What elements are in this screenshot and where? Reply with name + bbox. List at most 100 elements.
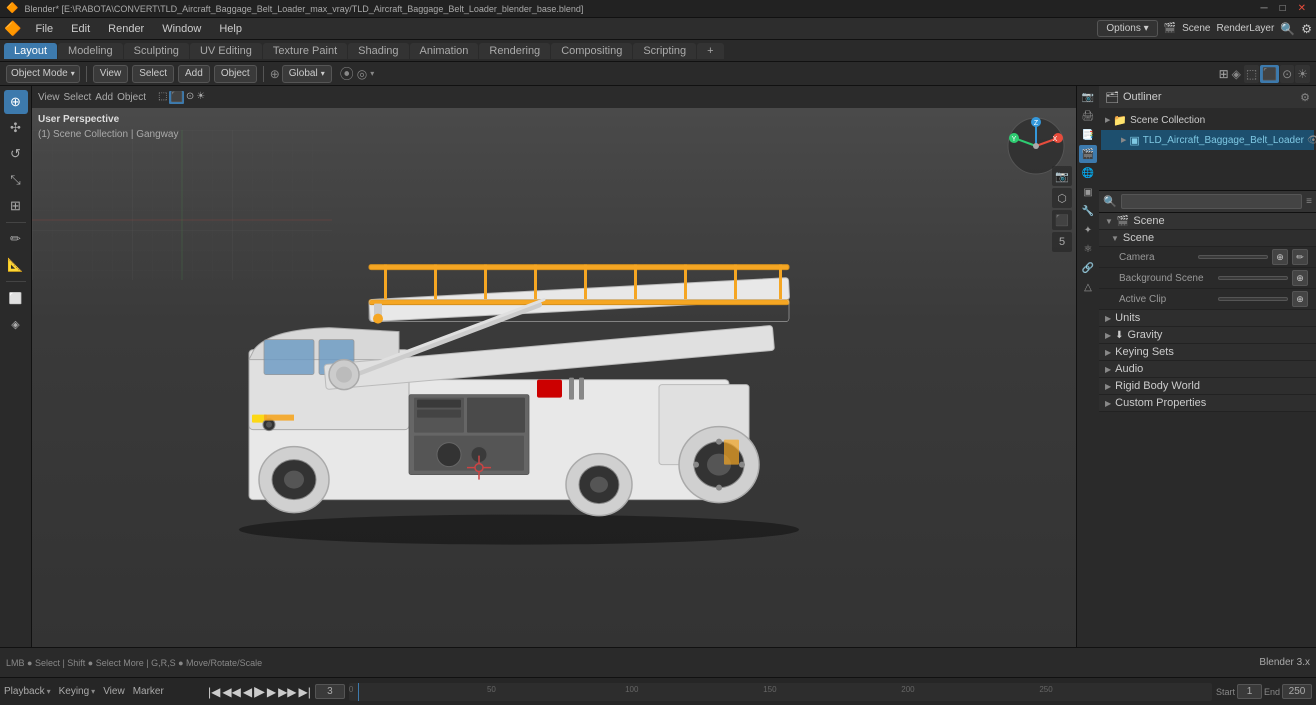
add-object-btn[interactable]: ◈ — [4, 312, 28, 336]
keying-menu[interactable]: Keying — [59, 686, 90, 697]
select-menu-btn[interactable]: Select — [64, 92, 92, 103]
tab-modeling[interactable]: Modeling — [58, 43, 123, 59]
camera-view-icon[interactable]: 📷 — [1052, 166, 1072, 186]
object-props-icon[interactable]: ▣ — [1079, 183, 1097, 201]
step-fwd-icon[interactable]: ▶ — [267, 685, 276, 699]
transform-tool-btn[interactable]: ⊞ — [4, 194, 28, 218]
timeline-track[interactable]: 0 50 100 150 200 250 — [349, 683, 1212, 701]
move-tool-btn[interactable]: ✣ — [4, 116, 28, 140]
menu-render[interactable]: Render — [100, 21, 152, 37]
global-dropdown[interactable]: Global ▾ — [282, 65, 332, 83]
object-btn[interactable]: Object — [214, 65, 257, 83]
local-view-icon[interactable]: ⬛ — [1052, 210, 1072, 230]
filters-icon[interactable]: ⚙ — [1301, 22, 1312, 36]
data-props-icon[interactable]: △ — [1079, 278, 1097, 296]
modifier-props-icon[interactable]: 🔧 — [1079, 202, 1097, 220]
snap-dropdown-icon[interactable]: ▾ — [370, 69, 374, 78]
view-menu-tl[interactable]: View — [103, 686, 125, 697]
minimize-btn[interactable]: ─ — [1256, 3, 1271, 14]
view-menu-btn[interactable]: View — [38, 92, 60, 103]
camera-prop-value[interactable] — [1198, 255, 1268, 259]
start-frame-input[interactable]: 1 — [1237, 684, 1262, 699]
props-options-icon[interactable]: ≡ — [1306, 196, 1312, 207]
jump-end-icon[interactable]: ▶| — [299, 685, 311, 699]
world-props-icon[interactable]: 🌐 — [1079, 164, 1097, 182]
scene-subsection-header[interactable]: ▼ Scene — [1099, 230, 1316, 247]
scene-selector[interactable]: Scene — [1182, 23, 1210, 34]
end-frame-input[interactable]: 250 — [1282, 684, 1312, 699]
tab-add[interactable]: + — [697, 43, 723, 59]
gravity-section-header[interactable]: ▶ ⬇ Gravity — [1099, 327, 1316, 344]
marker-menu[interactable]: Marker — [133, 686, 164, 697]
tld-item[interactable]: ▶ ▣ TLD_Aircraft_Baggage_Belt_Loader 👁 📷 — [1101, 130, 1314, 150]
perspective-icon[interactable]: ⬡ — [1052, 188, 1072, 208]
bg-scene-value[interactable] — [1218, 276, 1288, 280]
close-btn[interactable]: ✕ — [1294, 3, 1310, 14]
object-mode-dropdown[interactable]: Object Mode ▾ — [6, 65, 80, 83]
render-layer-selector[interactable]: RenderLayer — [1216, 23, 1274, 34]
view-layer-props-icon[interactable]: 📑 — [1079, 126, 1097, 144]
material-mode-icon[interactable]: ⊙ — [1280, 65, 1294, 83]
jump-prev-icon[interactable]: ◀◀ — [222, 685, 240, 699]
output-props-icon[interactable]: 🖨 — [1079, 107, 1097, 125]
num-pad-5-icon[interactable]: 5 — [1052, 232, 1072, 252]
visibility-icon[interactable]: 👁 — [1307, 135, 1316, 146]
tab-layout[interactable]: Layout — [4, 43, 57, 59]
tab-texture-paint[interactable]: Texture Paint — [263, 43, 347, 59]
physics-props-icon[interactable]: ⚛ — [1079, 240, 1097, 258]
snap-magnet-icon[interactable]: ⦿ — [340, 64, 354, 84]
jump-start-icon[interactable]: |◀ — [208, 685, 220, 699]
vp-solid-icon[interactable]: ⬛ — [169, 91, 183, 104]
menu-help[interactable]: Help — [211, 21, 250, 37]
outliner-filter-icon[interactable]: ⚙ — [1300, 91, 1310, 104]
tab-uv-editing[interactable]: UV Editing — [190, 43, 262, 59]
jump-next-icon[interactable]: ▶▶ — [278, 685, 296, 699]
vp-render-icon[interactable]: ☀ — [196, 91, 205, 104]
vp-material-icon[interactable]: ⊙ — [186, 91, 194, 104]
measure-tool-btn[interactable]: 📐 — [4, 253, 28, 277]
rigid-body-section-header[interactable]: ▶ Rigid Body World — [1099, 378, 1316, 395]
step-back-icon[interactable]: ◀ — [243, 685, 252, 699]
xray-icon[interactable]: ◈ — [1232, 67, 1241, 81]
vp-wireframe-icon[interactable]: ⬚ — [158, 91, 167, 104]
cursor-tool-btn[interactable]: ⊕ — [4, 90, 28, 114]
viewport[interactable]: View Select Add Object ⬚ ⬛ ⊙ ☀ — [32, 86, 1076, 647]
menu-edit[interactable]: Edit — [63, 21, 98, 37]
keying-sets-section-header[interactable]: ▶ Keying Sets — [1099, 344, 1316, 361]
view-btn[interactable]: View — [93, 65, 129, 83]
add-btn[interactable]: Add — [178, 65, 210, 83]
tab-compositing[interactable]: Compositing — [551, 43, 632, 59]
tab-scripting[interactable]: Scripting — [633, 43, 696, 59]
properties-search-input[interactable] — [1121, 194, 1302, 209]
overlay-icon[interactable]: ⊞ — [1219, 67, 1229, 81]
solid-mode-icon[interactable]: ⬛ — [1260, 65, 1279, 83]
select-btn[interactable]: Select — [132, 65, 174, 83]
tab-shading[interactable]: Shading — [348, 43, 408, 59]
scene-section-header[interactable]: ▼ 🎬 Scene — [1099, 213, 1316, 230]
rendered-mode-icon[interactable]: ☀ — [1295, 65, 1310, 83]
search-icon[interactable]: 🔍 — [1280, 22, 1295, 36]
object-menu-btn[interactable]: Object — [117, 92, 146, 103]
add-menu-btn[interactable]: Add — [95, 92, 113, 103]
proportional-edit-icon[interactable]: ◎ — [357, 67, 367, 81]
menu-window[interactable]: Window — [154, 21, 209, 37]
scene-props-icon[interactable]: 🎬 — [1079, 145, 1097, 163]
scale-tool-btn[interactable]: ⤡ — [4, 168, 28, 192]
bg-scene-browse-icon[interactable]: ⊕ — [1292, 270, 1308, 286]
play-icon[interactable]: ▶ — [254, 683, 265, 700]
tab-animation[interactable]: Animation — [410, 43, 479, 59]
current-frame-display[interactable]: 3 — [315, 684, 345, 699]
audio-section-header[interactable]: ▶ Audio — [1099, 361, 1316, 378]
constraints-props-icon[interactable]: 🔗 — [1079, 259, 1097, 277]
rotate-tool-btn[interactable]: ↺ — [4, 142, 28, 166]
custom-properties-section-header[interactable]: ▶ Custom Properties — [1099, 395, 1316, 412]
menu-file[interactable]: File — [27, 21, 61, 37]
annotate-tool-btn[interactable]: ✏ — [4, 227, 28, 251]
wireframe-mode-icon[interactable]: ⬚ — [1244, 65, 1259, 83]
active-clip-browse-icon[interactable]: ⊕ — [1292, 291, 1308, 307]
units-section-header[interactable]: ▶ Units — [1099, 310, 1316, 327]
camera-browse-icon[interactable]: ⊕ — [1272, 249, 1288, 265]
tab-sculpting[interactable]: Sculpting — [124, 43, 189, 59]
tab-rendering[interactable]: Rendering — [479, 43, 550, 59]
camera-new-icon[interactable]: ✏ — [1292, 249, 1308, 265]
